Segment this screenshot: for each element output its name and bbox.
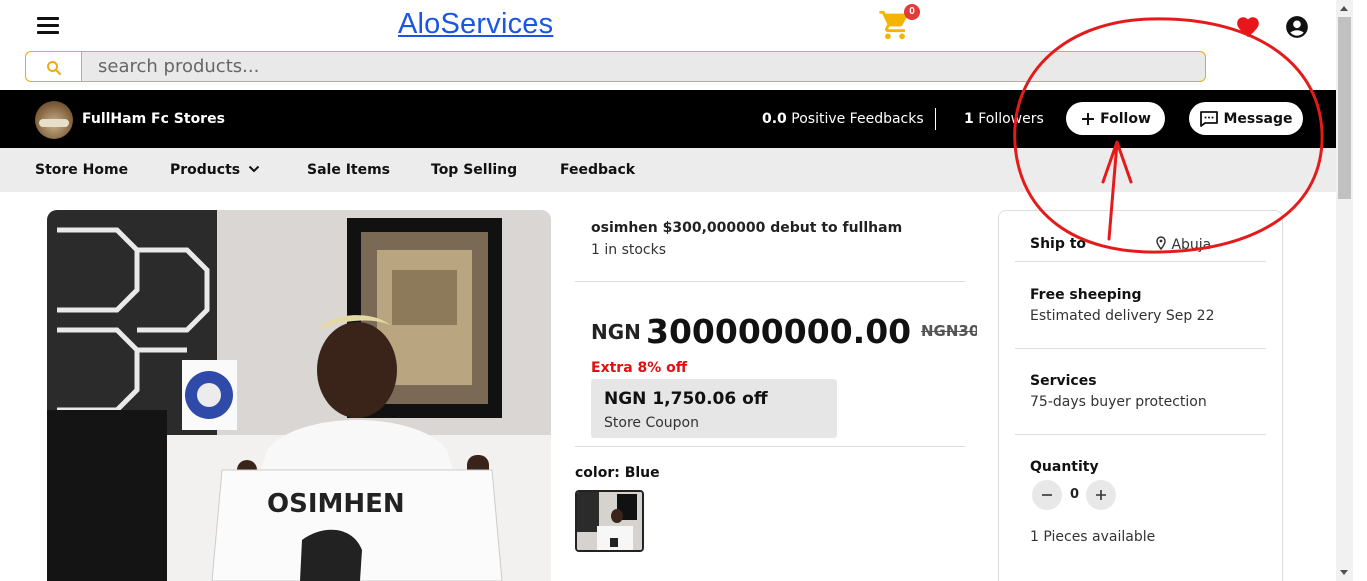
coupon-label: Store Coupon: [604, 415, 699, 431]
divider: [575, 446, 965, 447]
product-title: osimhen $300,000000 debut to fullham: [591, 220, 903, 236]
scroll-down-arrow[interactable]: [1336, 564, 1353, 581]
ship-location[interactable]: Abuja: [1155, 236, 1215, 253]
nav-top-selling[interactable]: Top Selling: [431, 162, 517, 178]
cart-count-badge: 0: [904, 4, 920, 20]
coupon-amount: NGN 1,750.06 off: [604, 389, 768, 409]
store-name[interactable]: FullHam Fc Stores: [82, 111, 225, 127]
quantity-increase-button[interactable]: [1086, 480, 1116, 510]
location-pin-icon: [1156, 236, 1166, 251]
positive-feedbacks: 0.0 Positive Feedbacks: [762, 111, 924, 127]
services-text: 75-days buyer protection: [1030, 394, 1207, 410]
follow-button[interactable]: Follow: [1066, 102, 1165, 135]
quantity-value: 0: [1070, 487, 1080, 502]
divider: [1015, 434, 1266, 435]
store-coupon[interactable]: NGN 1,750.06 off Store Coupon: [591, 379, 837, 438]
product-stock: 1 in stocks: [591, 242, 667, 258]
divider: [935, 108, 936, 130]
nav-feedback[interactable]: Feedback: [560, 162, 635, 178]
feedback-label: Positive Feedbacks: [791, 111, 924, 127]
wishlist-button[interactable]: [1234, 14, 1262, 45]
followers-label: Followers: [978, 111, 1044, 127]
followers-value: 1: [964, 111, 974, 127]
quantity-title: Quantity: [1030, 459, 1099, 475]
window-edge: [1353, 0, 1367, 581]
cart-button[interactable]: 0: [878, 4, 920, 42]
top-header: AloServices 0: [0, 0, 1336, 50]
scroll-up-arrow[interactable]: [1336, 0, 1353, 17]
account-button[interactable]: [1284, 14, 1310, 45]
message-label: Message: [1223, 110, 1293, 127]
product-photo: OSIMHEN: [47, 210, 551, 581]
chevron-down-icon: [248, 165, 260, 173]
follow-label: Follow: [1100, 110, 1151, 127]
swatch-thumbnail: [577, 492, 642, 550]
nav-store-home[interactable]: Store Home: [35, 162, 128, 178]
services-title: Services: [1030, 373, 1097, 389]
shipping-estimate: Estimated delivery Sep 22: [1030, 308, 1215, 324]
divider: [1015, 261, 1266, 262]
divider: [575, 281, 965, 282]
pieces-available: 1 Pieces available: [1030, 529, 1156, 545]
heart-icon: [1237, 17, 1259, 38]
search-icon: [47, 61, 62, 76]
user-icon: [1286, 16, 1308, 38]
svg-text:OSIMHEN: OSIMHEN: [267, 489, 405, 519]
nav-products[interactable]: Products: [170, 162, 260, 178]
search-input[interactable]: [81, 51, 1206, 82]
message-button[interactable]: Message: [1189, 102, 1303, 135]
product-price: 300000000.00: [646, 312, 912, 351]
ship-to-label: Ship to: [1030, 236, 1087, 252]
followers-count: 1 Followers: [964, 111, 1044, 127]
quantity-decrease-button[interactable]: [1032, 480, 1062, 510]
plus-icon: [1096, 490, 1106, 500]
search-button[interactable]: [25, 51, 81, 82]
color-label: color: Blue: [575, 465, 660, 481]
message-icon: [1200, 110, 1219, 127]
nav-products-label: Products: [170, 162, 241, 178]
store-avatar[interactable]: [35, 101, 73, 139]
shipping-title: Free sheeping: [1030, 287, 1142, 303]
plus-icon: [1082, 112, 1095, 125]
store-nav: Store Home Products Sale Items Top Selli…: [0, 148, 1336, 192]
price-currency: NGN: [591, 320, 641, 344]
product-image[interactable]: OSIMHEN: [47, 210, 551, 581]
feedback-value: 0.0: [762, 111, 787, 127]
nav-sale-items[interactable]: Sale Items: [307, 162, 390, 178]
store-header: FullHam Fc Stores 0.0 Positive Feedbacks…: [0, 90, 1336, 148]
scrollbar-thumb[interactable]: [1338, 17, 1351, 199]
divider: [1015, 348, 1266, 349]
ship-location-text: Abuja: [1171, 237, 1212, 253]
color-swatch[interactable]: [575, 490, 644, 552]
menu-icon[interactable]: [37, 17, 59, 34]
extra-discount: Extra 8% off: [591, 360, 688, 376]
original-price: NGN300000000.00: [921, 322, 977, 340]
brand-logo-link[interactable]: AloServices: [398, 8, 553, 41]
minus-icon: [1042, 494, 1052, 496]
